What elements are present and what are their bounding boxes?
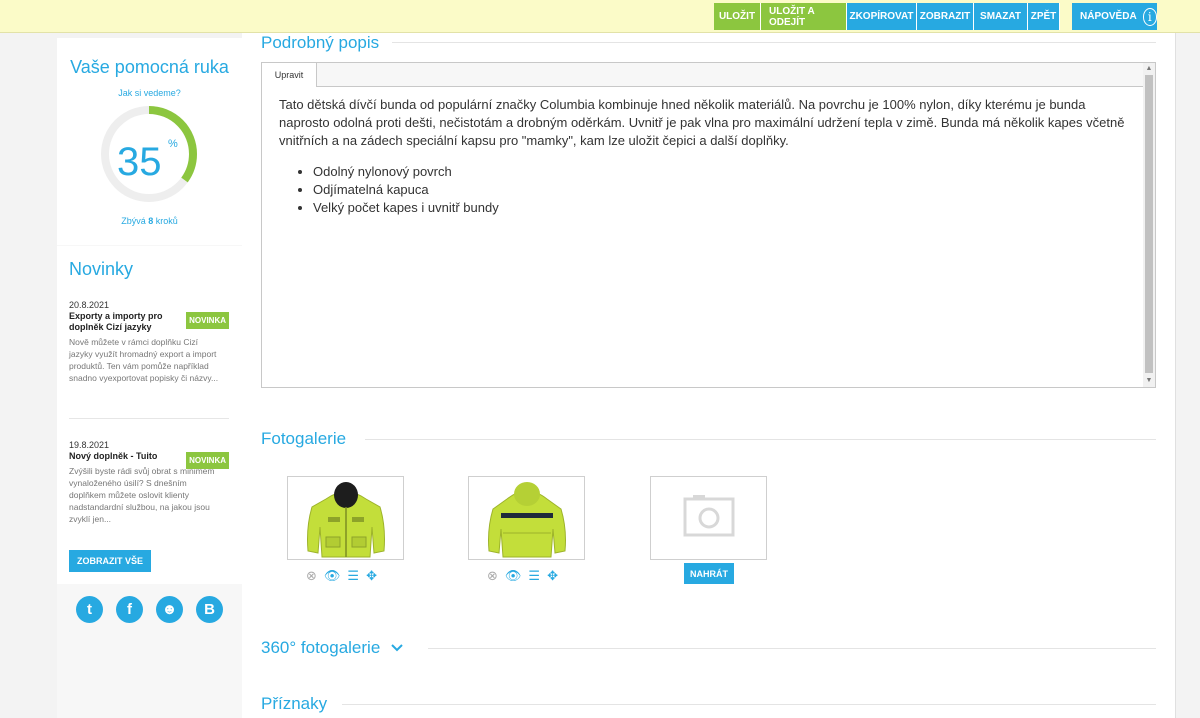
upload-placeholder[interactable] xyxy=(650,476,767,560)
gallery-photo[interactable] xyxy=(468,476,585,560)
copy-button[interactable]: ZKOPÍROVAT xyxy=(847,3,917,30)
news-title: Novinky xyxy=(69,259,134,279)
remove-icon[interactable]: ⊗ xyxy=(487,568,498,584)
eye-icon[interactable]: 👁 xyxy=(324,568,341,584)
news-badge: NOVINKA xyxy=(186,452,229,469)
editor-content[interactable]: Tato dětská dívčí bunda od populární zna… xyxy=(279,96,1139,217)
editor-scrollbar[interactable]: ▲ ▼ xyxy=(1143,63,1155,387)
scroll-thumb[interactable] xyxy=(1145,75,1153,373)
photo-tools: ⊗ 👁 ☰ ✥ xyxy=(306,568,377,584)
main-content: Podrobný popis Upravit Tato dětská dívčí… xyxy=(242,33,1176,718)
news-headline[interactable]: Exporty a importy pro doplněk Cizí jazyk… xyxy=(69,311,181,333)
section-divider xyxy=(392,42,1156,43)
bullet-item: Odolný nylonový povrch xyxy=(313,163,1139,181)
helper-title: Vaše pomocná ruka xyxy=(70,57,229,77)
news-item[interactable]: 20.8.2021 Exporty a importy pro doplněk … xyxy=(69,300,231,384)
camera-icon xyxy=(683,495,735,537)
description-editor[interactable]: Upravit Tato dětská dívčí bunda od popul… xyxy=(261,62,1156,388)
helper-card: Vaše pomocná ruka Jak si vedeme? 35 % Zb… xyxy=(57,38,242,245)
description-title: Podrobný popis xyxy=(261,33,380,52)
section-divider xyxy=(342,704,1156,705)
remaining-steps: Zbývá 8 kroků xyxy=(57,216,242,226)
photo-tools: ⊗ 👁 ☰ ✥ xyxy=(487,568,558,584)
save-exit-button[interactable]: ULOŽIT A ODEJÍT xyxy=(761,3,847,30)
description-bullets: Odolný nylonový povrch Odjímatelná kapuc… xyxy=(313,163,1139,217)
save-button[interactable]: ULOŽIT xyxy=(714,3,761,30)
action-toolbar: ULOŽIT ULOŽIT A ODEJÍT ZKOPÍROVAT ZOBRAZ… xyxy=(714,3,1060,30)
section-divider xyxy=(428,648,1156,649)
community-icon[interactable]: ☻ xyxy=(156,596,183,623)
blogger-icon[interactable]: B xyxy=(196,596,223,623)
description-paragraph: Tato dětská dívčí bunda od populární zna… xyxy=(279,97,1125,148)
help-label: NÁPOVĚDA xyxy=(1080,11,1137,22)
gallery-photo[interactable] xyxy=(287,476,404,560)
description-icon[interactable]: ☰ xyxy=(528,568,540,584)
helper-link[interactable]: Jak si vedeme? xyxy=(57,88,242,98)
news-text: Nově můžete v rámci doplňku Cizí jazyky … xyxy=(69,337,219,383)
jacket-front-image xyxy=(307,482,385,558)
gallery-title: Fotogalerie xyxy=(261,429,347,448)
description-icon[interactable]: ☰ xyxy=(347,568,359,584)
flags-title: Příznaky xyxy=(261,694,328,713)
news-date: 20.8.2021 xyxy=(69,300,110,310)
news-item[interactable]: 19.8.2021 Nový doplněk - Tuito Zvýšili b… xyxy=(69,440,231,525)
section-divider xyxy=(365,439,1156,440)
chevron-down-icon[interactable] xyxy=(390,643,404,653)
bullet-item: Odjímatelná kapuca xyxy=(313,181,1139,199)
back-button[interactable]: ZPĚT xyxy=(1028,3,1060,30)
bullet-item: Velký počet kapes i uvnitř bundy xyxy=(313,199,1139,217)
left-sidebar: Vaše pomocná ruka Jak si vedeme? 35 % Zb… xyxy=(57,38,242,718)
news-badge: NOVINKA xyxy=(186,312,229,329)
delete-button[interactable]: SMAZAT xyxy=(974,3,1028,30)
remaining-suffix: kroků xyxy=(153,216,178,226)
remove-icon[interactable]: ⊗ xyxy=(306,568,317,584)
info-icon: i xyxy=(1142,7,1157,26)
show-all-button[interactable]: ZOBRAZIT VŠE xyxy=(69,550,152,572)
view-button[interactable]: ZOBRAZIT xyxy=(917,3,974,30)
upload-button[interactable]: NAHRÁT xyxy=(684,563,734,584)
news-date: 19.8.2021 xyxy=(69,440,110,450)
remaining-prefix: Zbývá xyxy=(121,216,149,226)
twitter-icon[interactable]: t xyxy=(76,596,103,623)
move-icon[interactable]: ✥ xyxy=(547,568,558,584)
tab-edit[interactable]: Upravit xyxy=(262,63,317,87)
facebook-icon[interactable]: f xyxy=(116,596,143,623)
scroll-down-icon[interactable]: ▼ xyxy=(1145,377,1153,385)
eye-icon[interactable]: 👁 xyxy=(505,568,522,584)
news-divider xyxy=(69,418,229,419)
top-bar: ULOŽIT ULOŽIT A ODEJÍT ZKOPÍROVAT ZOBRAZ… xyxy=(0,0,1200,33)
gallery360-label: 360° fotogalerie xyxy=(261,638,381,657)
gallery360-title[interactable]: 360° fotogalerie xyxy=(261,638,404,658)
move-icon[interactable]: ✥ xyxy=(366,568,377,584)
scroll-up-icon[interactable]: ▲ xyxy=(1145,65,1153,73)
help-button[interactable]: NÁPOVĚDA i xyxy=(1072,3,1157,30)
news-headline[interactable]: Nový doplněk - Tuito xyxy=(69,451,181,462)
news-text: Zvýšili byste rádi svůj obrat s minimem … xyxy=(69,466,215,524)
progress-value: 35 xyxy=(117,140,162,184)
progress-unit: % xyxy=(168,138,178,150)
social-links: t f ☻ B xyxy=(57,584,242,634)
news-card: Novinky 20.8.2021 Exporty a importy pro … xyxy=(57,246,242,584)
editor-tab-bar xyxy=(262,63,1155,87)
jacket-back-image xyxy=(488,482,566,558)
